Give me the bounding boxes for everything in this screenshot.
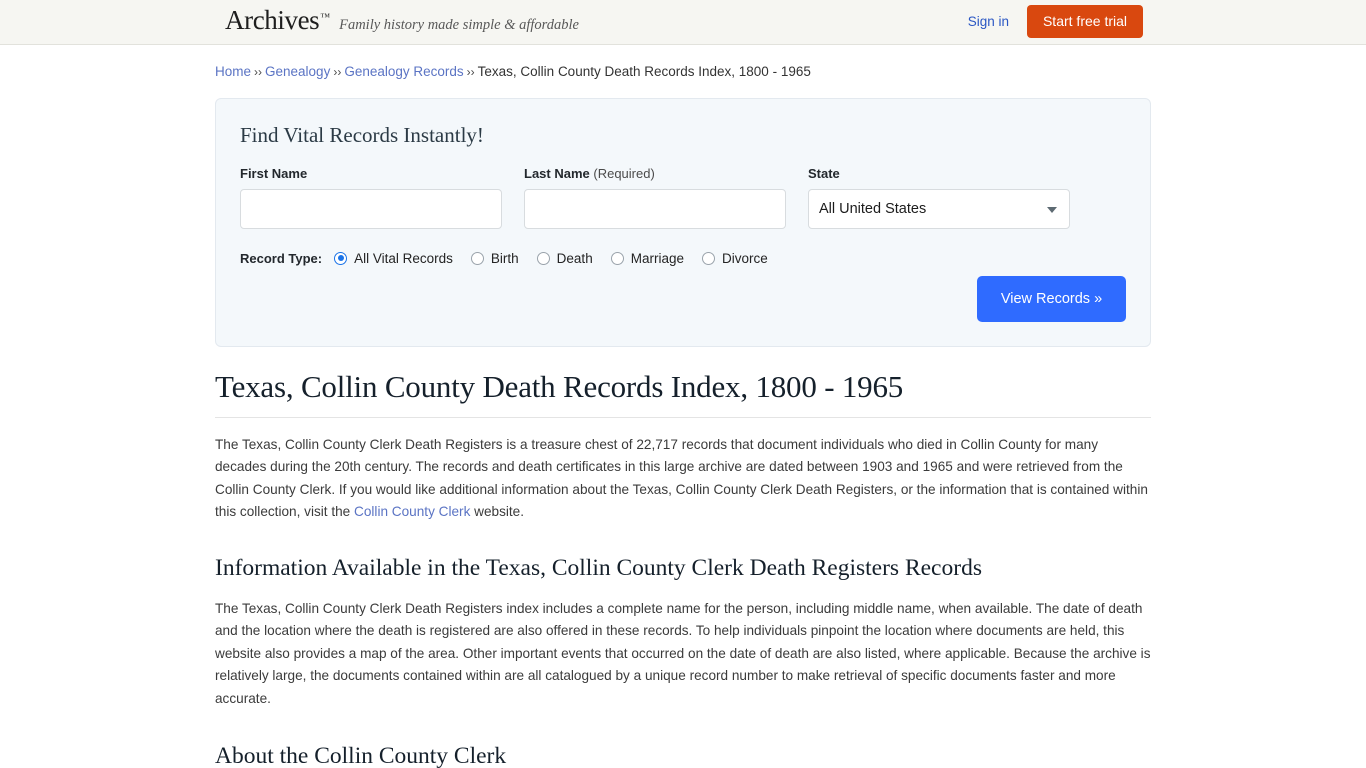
last-name-field-group: Last Name (Required) (524, 166, 786, 229)
record-type-option-label: Divorce (721, 250, 768, 266)
record-type-option-divorce[interactable]: Divorce (701, 250, 768, 266)
breadcrumb-separator: ›› (254, 65, 263, 79)
site-header: Archives ™ Family history made simple & … (0, 0, 1366, 45)
vital-records-search-panel: Find Vital Records Instantly! First Name… (215, 97, 1151, 347)
breadcrumb-separator: ›› (333, 65, 342, 79)
header-actions: Sign in Start free trial (968, 5, 1143, 38)
search-fields-row: First Name Last Name (Required) State Al… (240, 166, 1126, 229)
brand-name: Archives (225, 5, 320, 35)
last-name-label-text: Last Name (524, 165, 590, 181)
state-label-text: State (808, 165, 840, 181)
sign-in-link[interactable]: Sign in (968, 14, 1009, 29)
record-type-label: Record Type: (240, 250, 323, 266)
page-title: Texas, Collin County Death Records Index… (215, 368, 904, 404)
breadcrumb: Home ›› Genealogy ›› Genealogy Records ›› Texa… (215, 45, 1151, 82)
breadcrumb-item-genealogy-records[interactable]: Genealogy Records (344, 64, 463, 79)
first-name-input[interactable] (240, 188, 502, 229)
radio-icon (701, 251, 715, 265)
breadcrumb-item-current: Texas, Collin County Death Records Index… (477, 64, 811, 79)
collin-county-clerk-link[interactable]: Collin County Clerk (354, 504, 470, 519)
radio-icon (470, 251, 484, 265)
record-type-option-birth[interactable]: Birth (470, 250, 519, 266)
last-name-required-note: (Required) (593, 165, 655, 181)
article-paragraph-2: The Texas, Collin County Clerk Death Reg… (215, 600, 1151, 706)
chevron-down-icon (1047, 206, 1057, 213)
section-heading-about-collin-county-clerk: About the Collin County Clerk (215, 743, 507, 768)
site-logo[interactable]: Archives ™ Family history made simple & … (225, 7, 579, 34)
view-records-button[interactable]: View Records » (977, 275, 1126, 322)
trademark-icon: ™ (320, 12, 331, 23)
record-type-row: Record Type: All Vital Records Birth Dea… (240, 251, 1126, 266)
breadcrumb-separator: ›› (466, 65, 475, 79)
section-heading-information-available: Information Available in the Texas, Coll… (215, 554, 982, 581)
brand-tagline: Family history made simple & affordable (339, 17, 579, 33)
first-name-label: First Name (240, 166, 502, 181)
record-type-option-marriage[interactable]: Marriage (610, 250, 684, 266)
paragraph-1-text-after-link: website. (470, 504, 525, 520)
state-select-wrapper: All United States (808, 188, 1070, 229)
title-divider (215, 416, 1151, 418)
record-type-option-death[interactable]: Death (536, 250, 593, 266)
start-free-trial-button[interactable]: Start free trial (1026, 5, 1143, 38)
radio-icon (536, 251, 550, 265)
article-paragraph-1: The Texas, Collin County Clerk Death Reg… (215, 434, 1151, 524)
record-type-option-label: Birth (490, 250, 519, 266)
first-name-field-group: First Name (240, 166, 502, 229)
last-name-label: Last Name (Required) (524, 166, 786, 181)
first-name-label-text: First Name (240, 165, 308, 181)
state-select[interactable]: All United States (808, 188, 1070, 229)
state-field-group: State All United States (808, 166, 1070, 229)
record-type-option-label: All Vital Records (354, 250, 453, 266)
header-inner: Archives ™ Family history made simple & … (215, 0, 1151, 44)
view-records-wrapper: View Records » (977, 275, 1126, 322)
record-type-option-label: Death (556, 250, 593, 266)
breadcrumb-item-home[interactable]: Home (215, 64, 251, 79)
state-selected-value: All United States (819, 200, 927, 217)
search-panel-title: Find Vital Records Instantly! (240, 122, 484, 147)
last-name-input[interactable] (524, 188, 786, 229)
state-label: State (808, 166, 1070, 181)
record-type-option-all-vital-records[interactable]: All Vital Records (334, 251, 453, 266)
radio-icon (610, 251, 624, 265)
page-container: Home ›› Genealogy ›› Genealogy Records ›› Texa… (215, 45, 1151, 768)
record-type-option-label: Marriage (630, 250, 684, 266)
radio-icon (334, 251, 348, 265)
breadcrumb-item-genealogy[interactable]: Genealogy (265, 64, 330, 79)
